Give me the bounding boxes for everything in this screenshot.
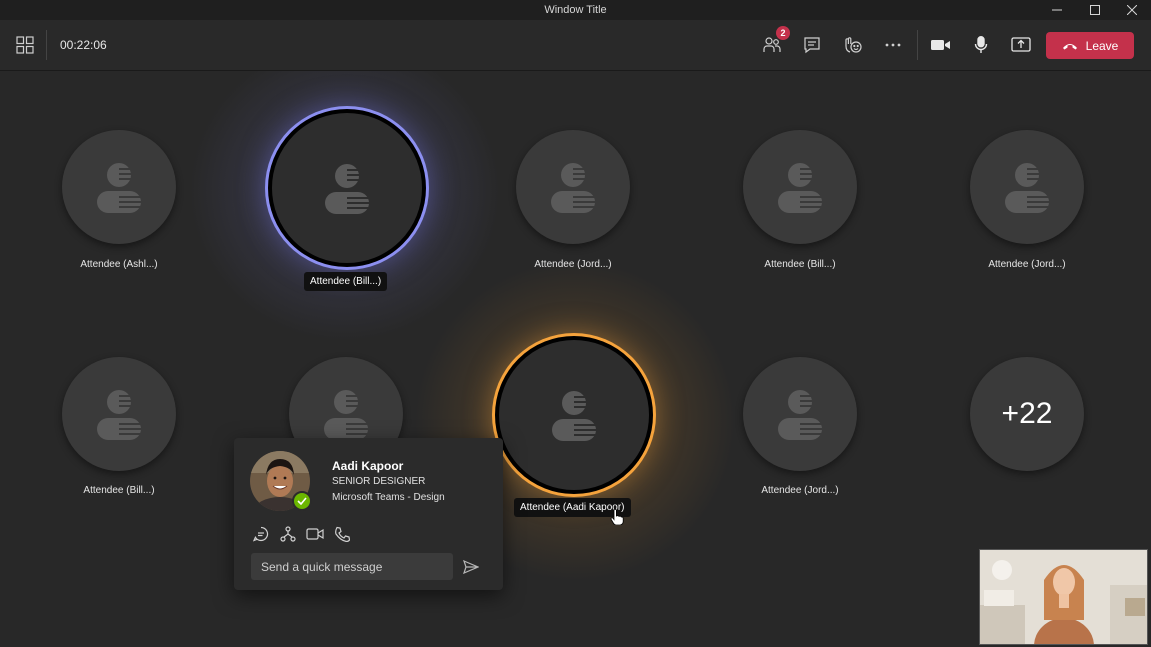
person-placeholder-icon xyxy=(778,390,824,440)
attendee-tile[interactable] xyxy=(516,130,630,244)
attendee-name: Attendee (Bill...) xyxy=(764,259,836,270)
toolbar-divider xyxy=(46,30,47,60)
attendee-name: Attendee (Ashl...) xyxy=(80,259,158,270)
reactions-button[interactable] xyxy=(838,30,868,60)
profile-card: Aadi Kapoor SENIOR DESIGNER Microsoft Te… xyxy=(234,438,503,590)
attendee-name: Attendee (Jord...) xyxy=(761,485,839,496)
chat-icon xyxy=(804,37,820,54)
overflow-count: +22 xyxy=(1001,397,1053,430)
share-screen-icon xyxy=(1011,37,1031,52)
hang-up-icon xyxy=(1062,43,1077,49)
close-icon[interactable] xyxy=(1113,0,1151,20)
overflow-participants-button[interactable]: +22 xyxy=(970,357,1084,471)
participants-button[interactable]: 2 xyxy=(757,26,790,60)
person-placeholder-icon xyxy=(97,390,143,440)
reactions-icon xyxy=(845,37,862,53)
person-placeholder-icon xyxy=(552,391,598,441)
person-placeholder-icon xyxy=(778,163,824,213)
maximize-icon[interactable] xyxy=(1076,0,1114,20)
person-placeholder-icon xyxy=(324,390,370,440)
profile-name: Aadi Kapoor xyxy=(332,459,404,473)
profile-department: Microsoft Teams - Design xyxy=(332,492,445,503)
more-icon xyxy=(885,43,901,47)
leave-label: Leave xyxy=(1085,38,1119,53)
attendee-name: Attendee (Jord...) xyxy=(534,259,612,270)
quick-message-input[interactable] xyxy=(251,553,453,580)
attendee-tile[interactable] xyxy=(743,130,857,244)
attendee-name: Attendee (Bill...) xyxy=(304,272,388,291)
attendee-tile-speaking[interactable] xyxy=(495,336,653,494)
camera-icon xyxy=(931,40,950,50)
org-chart-icon[interactable] xyxy=(278,524,298,544)
title-bar: Window Title xyxy=(0,0,1151,20)
video-call-icon[interactable] xyxy=(305,524,325,544)
hand-cursor-icon xyxy=(610,509,624,525)
attendee-name: Attendee (Bill...) xyxy=(83,485,155,496)
meeting-timer: 00:22:06 xyxy=(60,38,107,52)
participant-gallery: Attendee (Ashl...) Attendee (Bill...) At… xyxy=(0,71,1151,647)
share-screen-button[interactable] xyxy=(1006,30,1036,60)
profile-job-title: SENIOR DESIGNER xyxy=(332,476,426,487)
microphone-button[interactable] xyxy=(966,30,996,60)
audio-call-icon[interactable] xyxy=(332,524,352,544)
camera-button[interactable] xyxy=(926,30,956,60)
attendee-tile-speaking[interactable] xyxy=(268,109,426,267)
meeting-toolbar: 00:22:06 2 Leave xyxy=(0,20,1151,71)
attendee-tile[interactable] xyxy=(62,130,176,244)
minimize-icon[interactable] xyxy=(1038,0,1076,20)
chat-button[interactable] xyxy=(797,30,827,60)
participants-badge: 2 xyxy=(776,26,790,40)
more-options-button[interactable] xyxy=(878,30,908,60)
toolbar-divider xyxy=(917,30,918,60)
attendee-tile[interactable] xyxy=(62,357,176,471)
send-icon[interactable] xyxy=(461,557,481,577)
leave-button[interactable]: Leave xyxy=(1046,32,1134,59)
presence-available-icon xyxy=(292,491,312,511)
attendee-tile[interactable] xyxy=(970,130,1084,244)
person-placeholder-icon xyxy=(551,163,597,213)
self-video-preview[interactable] xyxy=(979,549,1148,645)
person-placeholder-icon xyxy=(1005,163,1051,213)
window-title: Window Title xyxy=(544,4,607,16)
attendee-name: Attendee (Jord...) xyxy=(988,259,1066,270)
microphone-icon xyxy=(974,36,988,53)
grid-layout-icon[interactable] xyxy=(10,30,40,60)
person-placeholder-icon xyxy=(97,163,143,213)
chat-icon[interactable] xyxy=(251,524,271,544)
person-placeholder-icon xyxy=(325,164,371,214)
attendee-tile[interactable] xyxy=(743,357,857,471)
